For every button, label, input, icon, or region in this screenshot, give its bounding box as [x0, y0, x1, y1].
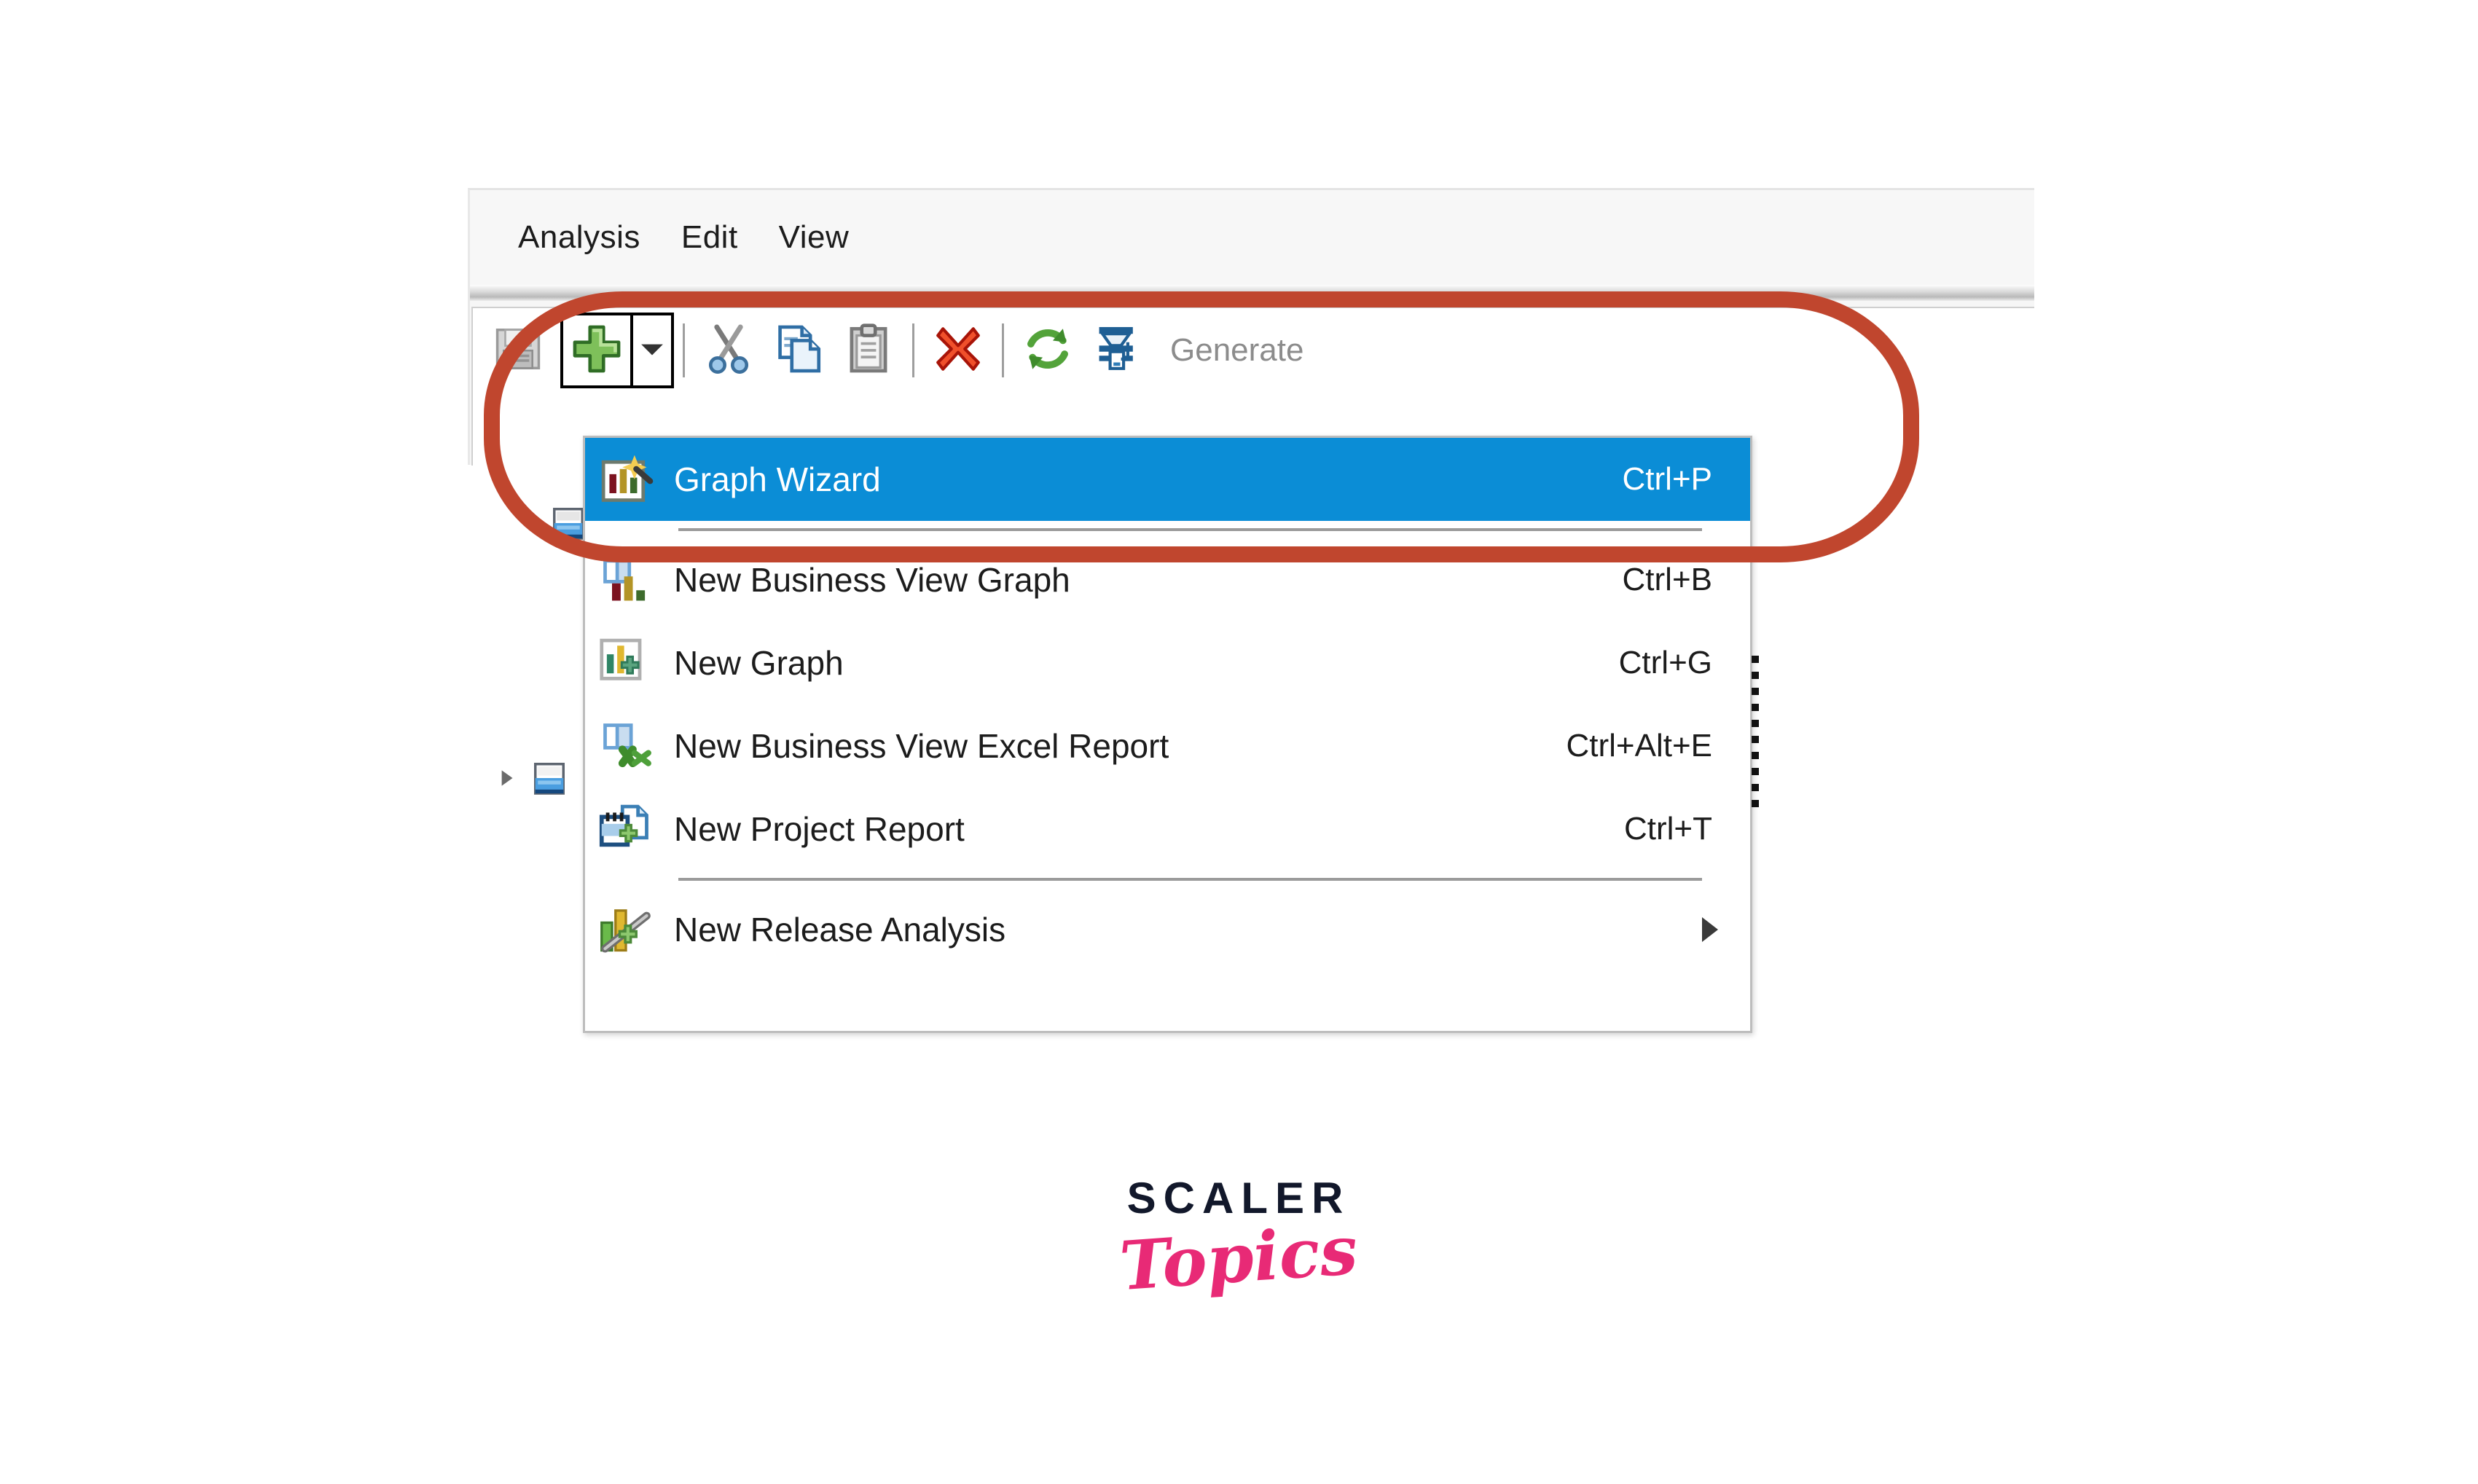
add-dropdown-arrow-button[interactable] — [633, 315, 671, 385]
menu-item-shortcut: Ctrl+T — [1624, 811, 1712, 847]
menu-item-new-project-report[interactable]: New Project Report Ctrl+T — [585, 788, 1750, 871]
refresh-arrows-icon — [1021, 322, 1075, 380]
add-button[interactable] — [563, 315, 633, 385]
menu-item-label: New Graph — [674, 644, 844, 682]
generate-button[interactable] — [1083, 315, 1153, 385]
menu-item-new-release-analysis[interactable]: New Release Analysis — [585, 888, 1750, 971]
submenu-arrow-icon — [1702, 917, 1718, 942]
application-window: Analysis Edit View Generate — [468, 188, 2034, 466]
menu-item-graph-wizard[interactable]: Graph Wizard Ctrl+P — [585, 438, 1750, 521]
new-graph-icon — [595, 632, 656, 694]
toolbar: Generate — [471, 307, 2034, 393]
menu-separator — [678, 878, 1702, 881]
copy-pages-icon — [772, 322, 826, 380]
paste-clipboard-icon — [842, 322, 895, 380]
menu-item-label: New Business View Excel Report — [674, 727, 1169, 765]
copy-button[interactable] — [764, 315, 834, 385]
toolbar-separator — [683, 323, 685, 377]
add-split-button[interactable] — [560, 313, 674, 388]
business-view-excel-report-icon — [595, 715, 656, 777]
cut-button[interactable] — [694, 315, 764, 385]
delete-x-icon — [931, 322, 985, 380]
scaler-topics-logo: SCALER Topics — [1111, 1177, 1366, 1306]
generate-label: Generate — [1170, 332, 1304, 368]
release-analysis-icon — [595, 899, 656, 960]
menu-item-new-graph[interactable]: New Graph Ctrl+G — [585, 621, 1750, 704]
toolbar-separator — [1002, 323, 1004, 377]
menu-item-shortcut: Ctrl+G — [1618, 645, 1712, 680]
project-report-icon — [595, 798, 656, 860]
generate-funnel-icon — [1091, 322, 1145, 380]
tree-item-row[interactable] — [494, 758, 570, 802]
menubar-shadow-divider — [470, 285, 2034, 301]
menu-item-shortcut: Ctrl+Alt+E — [1566, 728, 1712, 763]
menu-separator — [678, 528, 1702, 531]
paste-button[interactable] — [834, 315, 903, 385]
business-view-graph-icon — [595, 549, 656, 611]
menu-bar: Analysis Edit View — [470, 190, 2034, 285]
splitter-grip[interactable] — [1752, 656, 1759, 809]
chevron-down-icon — [640, 341, 664, 361]
toolbar-separator — [912, 323, 914, 377]
menu-item-new-business-view-excel-report[interactable]: New Business View Excel Report Ctrl+Alt+… — [585, 704, 1750, 788]
menu-item-label: Graph Wizard — [674, 460, 881, 498]
save-disk-icon — [493, 323, 544, 378]
cut-scissors-icon — [702, 322, 756, 380]
add-plus-icon — [570, 322, 624, 380]
refresh-button[interactable] — [1013, 315, 1083, 385]
menu-item-label: New Release Analysis — [674, 911, 1006, 949]
menu-item-shortcut: Ctrl+P — [1622, 461, 1712, 497]
menu-item-label: New Business View Graph — [674, 561, 1070, 599]
folder-book-icon — [529, 758, 570, 802]
save-button[interactable] — [483, 315, 553, 385]
menu-item-shortcut: Ctrl+B — [1622, 562, 1712, 597]
menubar-item-view[interactable]: View — [779, 219, 850, 256]
graph-wizard-icon — [595, 449, 656, 510]
menubar-item-edit[interactable]: Edit — [681, 219, 738, 256]
expand-triangle-icon[interactable] — [494, 766, 519, 794]
menu-item-label: New Project Report — [674, 810, 965, 848]
menu-item-new-business-view-graph[interactable]: New Business View Graph Ctrl+B — [585, 538, 1750, 621]
menubar-item-analysis[interactable]: Analysis — [518, 219, 640, 256]
delete-button[interactable] — [923, 315, 993, 385]
logo-secondary-text: Topics — [1117, 1210, 1360, 1306]
add-dropdown-menu: Graph Wizard Ctrl+P New Business View Gr… — [583, 436, 1752, 1033]
